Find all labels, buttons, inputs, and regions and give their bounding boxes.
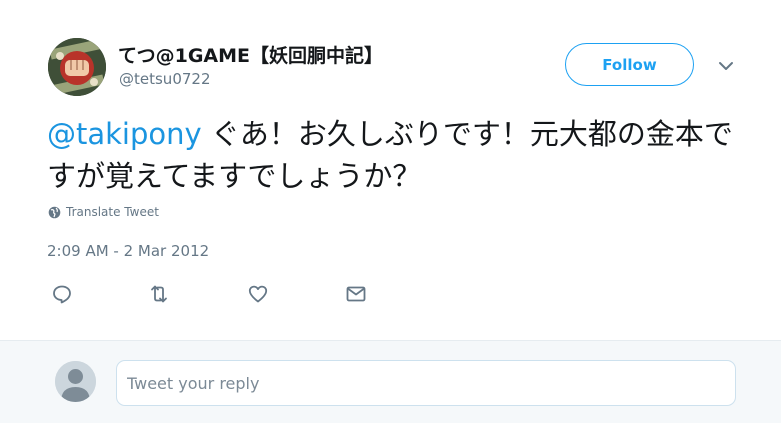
tweet-card: てつ@1GAME【妖回胴中記】 @tetsu0722 Follow @takip… — [0, 0, 781, 340]
reply-icon[interactable] — [50, 282, 74, 306]
tweet-timestamp[interactable]: 2:09 AM - 2 Mar 2012 — [47, 242, 209, 260]
envelope-icon[interactable] — [344, 282, 368, 306]
tweet-text: @takipony ぐあ！お久しぶりです！元大都の金本ですが覚えてますでしょうか… — [47, 113, 747, 197]
tweet-actions — [0, 282, 781, 306]
follow-button[interactable]: Follow — [565, 43, 694, 86]
author-screen-name[interactable]: @tetsu0722 — [119, 70, 211, 88]
chevron-down-icon[interactable] — [716, 58, 736, 74]
retweet-icon[interactable] — [147, 282, 171, 306]
reply-area — [0, 340, 781, 423]
fist-avatar-icon — [48, 38, 106, 96]
translate-tweet-link[interactable]: Translate Tweet — [48, 205, 159, 219]
heart-icon[interactable] — [246, 282, 270, 306]
author-display-name[interactable]: てつ@1GAME【妖回胴中記】 — [118, 41, 383, 68]
author-avatar[interactable] — [48, 38, 106, 96]
globe-icon — [48, 206, 61, 218]
user-avatar — [55, 361, 96, 402]
translate-label: Translate Tweet — [66, 205, 159, 219]
reply-input[interactable] — [116, 360, 736, 406]
mention-link[interactable]: @takipony — [47, 117, 202, 151]
